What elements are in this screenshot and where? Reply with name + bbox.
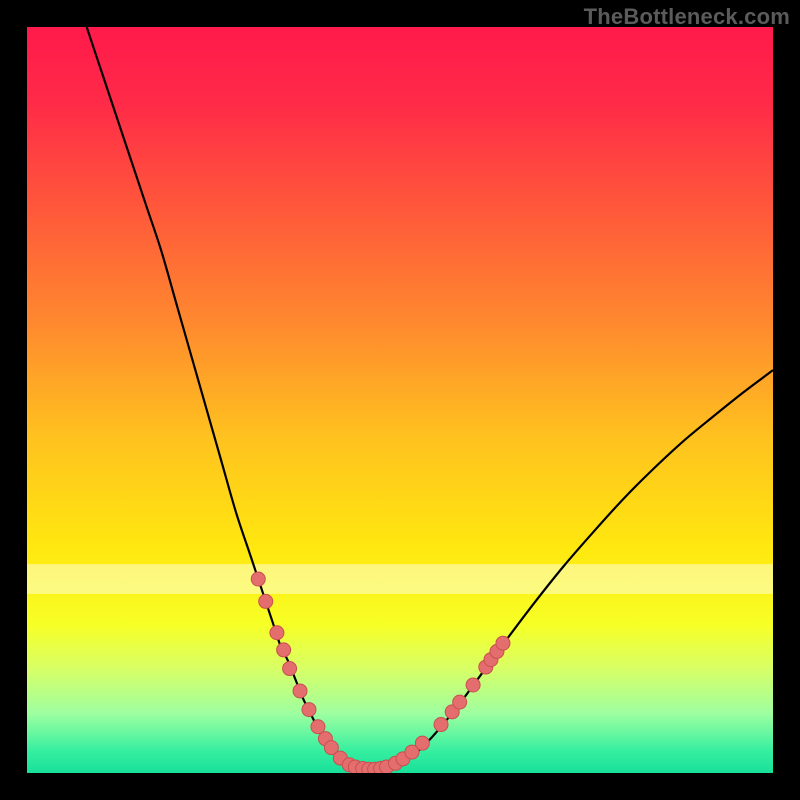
scatter-dot: [283, 662, 297, 676]
scatter-dot: [277, 643, 291, 657]
scatter-dot: [251, 572, 265, 586]
gradient-background: [27, 27, 773, 773]
scatter-dot: [496, 636, 510, 650]
scatter-dot: [453, 695, 467, 709]
chart-frame: TheBottleneck.com: [0, 0, 800, 800]
scatter-dot: [270, 626, 284, 640]
pale-band: [27, 564, 773, 594]
scatter-dot: [466, 678, 480, 692]
scatter-dot: [415, 736, 429, 750]
scatter-dot: [293, 684, 307, 698]
scatter-dot: [259, 594, 273, 608]
bottleneck-chart: [27, 27, 773, 773]
scatter-dot: [302, 703, 316, 717]
scatter-dot: [434, 718, 448, 732]
plot-area: [27, 27, 773, 773]
